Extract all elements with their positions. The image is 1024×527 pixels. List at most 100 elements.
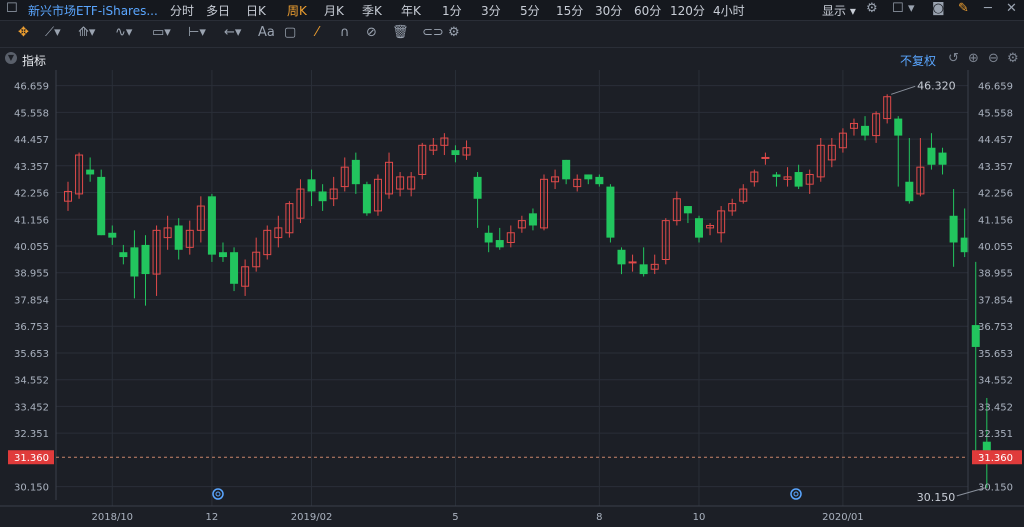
y-tick-label: 40.055 — [14, 242, 49, 253]
reset-icon[interactable]: ↺ — [948, 51, 959, 66]
tool-settings-icon[interactable]: ⚙ — [448, 25, 460, 40]
candle-series — [64, 94, 991, 488]
arrow-tool-icon[interactable]: ←▾ — [224, 25, 241, 40]
event-marker-dot — [215, 491, 221, 497]
candle-body — [141, 244, 150, 275]
close-icon[interactable]: ✕ — [1006, 1, 1017, 16]
period-tab[interactable]: 日K — [246, 2, 266, 19]
candle-body — [218, 252, 227, 258]
candle-body — [628, 261, 637, 264]
period-tab[interactable]: 3分 — [481, 2, 501, 19]
candle-body — [927, 147, 936, 165]
period-tab[interactable]: 月K — [324, 2, 344, 19]
y-tick-label-right: 34.552 — [978, 376, 1013, 387]
period-tab[interactable]: 1分 — [442, 2, 462, 19]
y-tick-label: 34.552 — [14, 376, 49, 387]
current-price-label-right: 31.360 — [978, 453, 1013, 464]
indicator-toggle-icon[interactable]: ▼ — [5, 52, 17, 64]
y-tick-label-right: 33.452 — [978, 402, 1013, 413]
x-tick-label: 2020/01 — [822, 512, 864, 523]
draw-pencil-icon[interactable]: ✎ — [958, 1, 969, 16]
candle-body — [451, 150, 460, 156]
brush-tool-icon[interactable]: ⁄ — [316, 25, 318, 40]
hide-drawings-icon[interactable]: ⊘ — [366, 25, 377, 40]
x-tick-label: 12 — [206, 512, 219, 523]
y-tick-label: 43.357 — [14, 162, 49, 173]
candle-body — [307, 179, 316, 192]
settings-gear-icon[interactable]: ⚙ — [866, 1, 878, 16]
y-tick-label-right: 32.351 — [978, 429, 1013, 440]
y-tick-label: 38.955 — [14, 269, 49, 280]
period-tab[interactable]: 周K — [287, 2, 307, 19]
display-menu[interactable]: 显示 ▾ — [822, 2, 856, 19]
chart-grid — [56, 70, 968, 506]
top-bar: ☐ 新兴市场ETF-iShares... 分时 多日 日K 周K 月K 季K 年K 1分 3分 5… — [0, 0, 1024, 21]
y-tick-label-right: 38.955 — [978, 269, 1013, 280]
y-tick-label: 33.452 — [14, 402, 49, 413]
high-price-label: 46.320 — [917, 79, 956, 92]
period-tab[interactable]: 15分 — [556, 2, 583, 19]
y-tick-label-right: 40.055 — [978, 242, 1013, 253]
adjust-mode-button[interactable]: 不复权 — [900, 52, 936, 69]
low-price-label: 30.150 — [917, 491, 956, 504]
y-tick-label-right: 41.156 — [978, 215, 1013, 226]
y-tick-label: 42.256 — [14, 189, 49, 200]
x-tick-label: 8 — [596, 512, 602, 523]
security-title[interactable]: 新兴市场ETF-iShares... — [28, 2, 158, 19]
magnet-icon[interactable]: ∩ — [340, 25, 350, 40]
period-tab[interactable]: 季K — [362, 2, 382, 19]
y-tick-label-right: 42.256 — [978, 189, 1013, 200]
period-tab[interactable]: 60分 — [634, 2, 661, 19]
candle-body — [484, 232, 493, 243]
y-tick-label-right: 35.653 — [978, 349, 1013, 360]
measure-tool-icon[interactable]: ⊢▾ — [188, 25, 206, 40]
chart-settings-icon[interactable]: ⚙ — [1007, 51, 1019, 66]
rect-tool-icon[interactable]: ▭▾ — [152, 25, 171, 40]
y-tick-label: 35.653 — [14, 349, 49, 360]
y-tick-label: 32.351 — [14, 429, 49, 440]
zoom-out-icon[interactable]: ⊖ — [988, 51, 999, 66]
period-tab[interactable]: 多日 — [206, 2, 230, 19]
candle-body — [617, 249, 626, 265]
line-tool-icon[interactable]: ⟋▾ — [45, 25, 61, 40]
text-tool-icon[interactable]: Aa — [258, 25, 275, 40]
candle-body — [772, 174, 781, 177]
period-tab[interactable]: 120分 — [670, 2, 705, 19]
drawing-toolbar: ✥ ⟋▾ ⟰▾ ∿▾ ▭▾ ⊢▾ ←▾ Aa ▢ ⁄ ∩ ⊘ 🗑 ⊂⊃ ⚙ — [0, 21, 1024, 48]
note-tool-icon[interactable]: ▢ — [284, 25, 296, 40]
trash-icon[interactable]: 🗑 — [392, 25, 409, 40]
period-tab[interactable]: 5分 — [520, 2, 540, 19]
y-tick-label-right: 37.854 — [978, 295, 1013, 306]
period-tab[interactable]: 分时 — [170, 2, 194, 19]
y-tick-label: 45.558 — [14, 108, 49, 119]
wave-tool-icon[interactable]: ∿▾ — [115, 25, 132, 40]
crosshair-icon[interactable]: ✥ — [18, 25, 29, 40]
indicator-label[interactable]: 指标 — [22, 52, 46, 69]
indicator-bar: ▼ 指标 不复权 ↺ ⊕ ⊖ ⚙ — [0, 48, 1024, 70]
candlestick-chart[interactable]: 46.659 46.659 45.558 45.558 44.457 44.457 43.3… — [0, 70, 1024, 527]
x-tick-label: 10 — [693, 512, 706, 523]
period-tab[interactable]: 4小时 — [713, 2, 745, 19]
candle-body — [905, 181, 914, 202]
layout-icon[interactable]: ☐ — [892, 1, 904, 16]
candle-body — [794, 172, 803, 187]
candle-body — [97, 176, 106, 236]
zoom-in-icon[interactable]: ⊕ — [968, 51, 979, 66]
y-tick-label: 41.156 — [14, 215, 49, 226]
y-tick-label-right: 44.457 — [978, 135, 1013, 146]
collapse-icon[interactable]: ☐ — [6, 1, 18, 16]
link-icon[interactable]: ⊂⊃ — [422, 25, 444, 40]
period-tab[interactable]: 30分 — [595, 2, 622, 19]
candle-body — [584, 174, 593, 180]
period-tab[interactable]: 年K — [401, 2, 421, 19]
event-marker-icon — [790, 488, 802, 500]
y-tick-label: 30.150 — [14, 483, 49, 494]
camera-icon[interactable]: ◙ — [932, 1, 945, 16]
minimize-icon[interactable]: ─ — [984, 1, 992, 16]
candle-body — [949, 215, 958, 243]
chevron-down-icon[interactable]: ▾ — [908, 1, 915, 16]
y-tick-label: 44.457 — [14, 135, 49, 146]
candle-body — [318, 191, 327, 202]
candle-body — [639, 264, 648, 275]
channel-tool-icon[interactable]: ⟰▾ — [78, 25, 95, 40]
